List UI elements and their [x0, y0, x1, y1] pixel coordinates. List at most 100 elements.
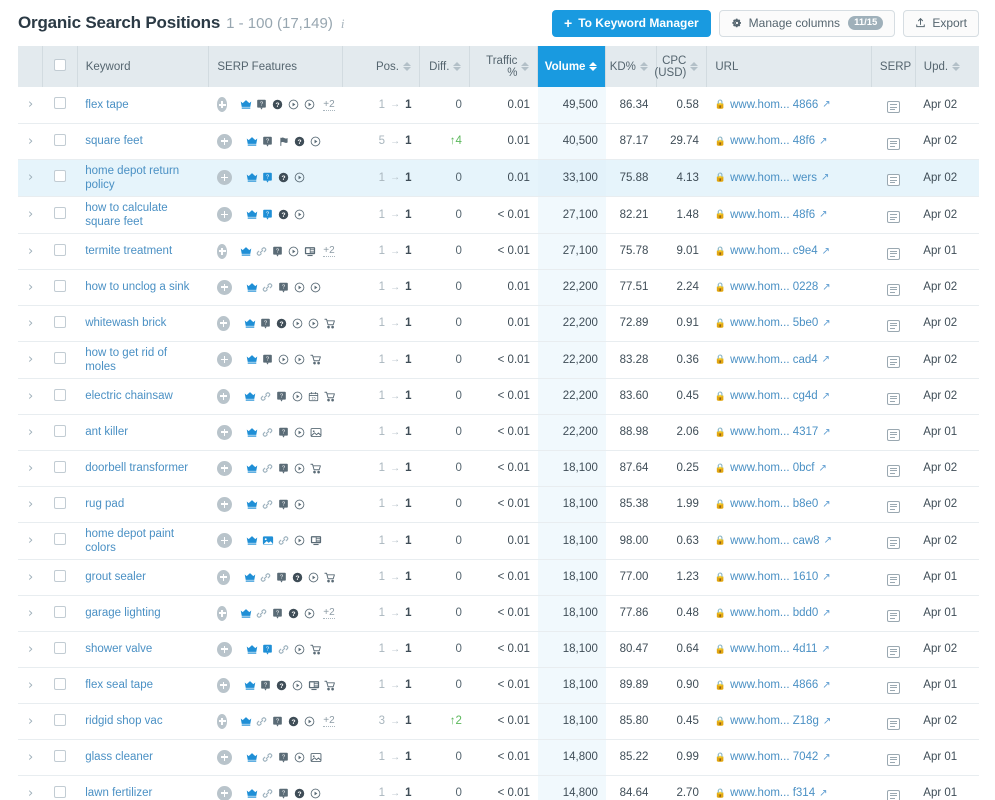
- serp-snapshot-icon[interactable]: [886, 753, 900, 766]
- serp-feature-video-icon[interactable]: [294, 209, 305, 220]
- keyword-link[interactable]: flex seal tape: [85, 678, 193, 692]
- row-checkbox[interactable]: [53, 315, 66, 328]
- serp-feature-link-icon[interactable]: [278, 644, 289, 655]
- keyword-link[interactable]: glass cleaner: [85, 750, 193, 764]
- sort-icon-kd[interactable]: [639, 62, 648, 71]
- external-link-icon[interactable]: ↗: [819, 788, 827, 799]
- chevron-right-icon[interactable]: ›: [26, 642, 33, 657]
- add-keyword-button[interactable]: [216, 352, 232, 367]
- table-row[interactable]: › doorbell transformer ? 1 → 1 0 < 0.01: [18, 450, 979, 486]
- table-row[interactable]: › whitewash brick ?? 1 → 1 0 0.01 22,200…: [18, 305, 979, 341]
- keyword-link[interactable]: shower valve: [85, 642, 193, 656]
- chevron-right-icon[interactable]: ›: [26, 207, 33, 222]
- row-expander-cell[interactable]: ›: [18, 87, 42, 123]
- keyword-link[interactable]: doorbell transformer: [85, 461, 193, 475]
- serp-feature-cart-icon[interactable]: [310, 354, 321, 365]
- add-keyword-button[interactable]: [216, 641, 232, 657]
- add-keyword-button[interactable]: [216, 97, 228, 113]
- external-link-icon[interactable]: ↗: [822, 680, 830, 691]
- row-expander-cell[interactable]: ›: [18, 341, 42, 378]
- keyword-link[interactable]: home depot paint colors: [85, 527, 193, 555]
- serp-feature-cart-icon[interactable]: [324, 391, 335, 402]
- add-keyword-button[interactable]: [216, 460, 232, 476]
- row-checkbox[interactable]: [53, 605, 66, 618]
- serp-snapshot-icon[interactable]: [886, 319, 900, 332]
- serp-feature-video-icon[interactable]: [294, 172, 305, 183]
- url-link[interactable]: www.hom... bdd0: [730, 607, 818, 619]
- row-checkbox[interactable]: [53, 352, 66, 364]
- keyword-link[interactable]: termite treatment: [85, 244, 193, 258]
- serp-feature-crown-icon[interactable]: [246, 282, 258, 293]
- chevron-right-icon[interactable]: ›: [26, 786, 33, 800]
- more-features-badge[interactable]: +2: [323, 245, 335, 257]
- serp-feature-video-icon[interactable]: [294, 644, 305, 655]
- serp-feature-video-icon[interactable]: [294, 354, 305, 365]
- keyword-link[interactable]: ridgid shop vac: [85, 714, 193, 728]
- serp-feature-crown-icon[interactable]: [246, 752, 258, 763]
- external-link-icon[interactable]: ↗: [822, 354, 830, 365]
- col-kd[interactable]: KD%: [605, 46, 657, 87]
- serp-feature-faq-icon[interactable]: ?: [278, 172, 289, 183]
- serp-feature-local-pack-icon[interactable]: ?: [260, 318, 271, 329]
- add-keyword-button[interactable]: [216, 569, 231, 585]
- serp-feature-local-pack-icon[interactable]: ?: [260, 680, 271, 691]
- serp-feature-local-pack-icon[interactable]: ?: [278, 788, 289, 799]
- external-link-icon[interactable]: ↗: [821, 644, 829, 655]
- add-keyword-button[interactable]: [216, 749, 232, 765]
- serp-snapshot-icon[interactable]: [886, 717, 900, 730]
- keyword-link[interactable]: lawn fertilizer: [85, 786, 193, 800]
- serp-feature-video-icon[interactable]: [294, 463, 305, 474]
- serp-feature-video-icon[interactable]: [304, 608, 315, 619]
- url-link[interactable]: www.hom... 4866: [730, 679, 818, 691]
- external-link-icon[interactable]: ↗: [822, 608, 830, 619]
- row-checkbox[interactable]: [53, 388, 66, 401]
- serp-feature-local-pack-icon[interactable]: ?: [262, 354, 273, 365]
- row-expander-cell[interactable]: ›: [18, 159, 42, 196]
- add-keyword-button[interactable]: [216, 785, 232, 800]
- url-link[interactable]: www.hom... f314: [730, 787, 815, 799]
- serp-feature-faq-icon[interactable]: ?: [294, 136, 305, 147]
- row-select-cell[interactable]: [42, 667, 77, 703]
- serp-snapshot-icon[interactable]: [886, 681, 900, 694]
- col-diff[interactable]: Diff.: [419, 46, 471, 87]
- serp-feature-video-icon[interactable]: [294, 427, 305, 438]
- url-link[interactable]: www.hom... 4d11: [730, 643, 817, 655]
- row-checkbox[interactable]: [53, 424, 66, 437]
- serp-feature-video-icon[interactable]: [304, 716, 315, 727]
- serp-snapshot-icon[interactable]: [886, 392, 900, 405]
- url-link[interactable]: www.hom... 48f6: [730, 135, 815, 147]
- add-keyword-button[interactable]: [216, 388, 231, 404]
- external-link-icon[interactable]: ↗: [822, 282, 830, 293]
- url-link[interactable]: www.hom... 48f6: [730, 209, 815, 221]
- col-cpc[interactable]: CPC (USD): [654, 46, 708, 87]
- serp-feature-flag-icon[interactable]: [278, 136, 289, 147]
- add-keyword-button[interactable]: [216, 279, 232, 295]
- serp-snapshot-icon[interactable]: [886, 609, 900, 622]
- add-keyword-button[interactable]: [216, 133, 232, 149]
- row-expander-cell[interactable]: ›: [18, 667, 42, 703]
- row-expander-cell[interactable]: ›: [18, 450, 42, 486]
- row-select-cell[interactable]: [42, 341, 77, 378]
- serp-feature-crown-icon[interactable]: [244, 318, 255, 329]
- more-features-badge[interactable]: +2: [323, 607, 335, 619]
- serp-snapshot-icon[interactable]: [886, 174, 900, 186]
- serp-feature-faq-icon[interactable]: ?: [294, 788, 305, 799]
- serp-feature-image-icon[interactable]: [310, 752, 322, 763]
- row-expander-cell[interactable]: ›: [18, 378, 42, 414]
- row-expander-cell[interactable]: ›: [18, 196, 42, 233]
- serp-feature-link-icon[interactable]: [256, 716, 267, 727]
- keyword-link[interactable]: electric chainsaw: [85, 389, 193, 403]
- serp-feature-cart-icon[interactable]: [324, 680, 335, 691]
- row-select-cell[interactable]: [42, 486, 77, 522]
- serp-feature-video-icon[interactable]: [304, 99, 315, 110]
- info-icon[interactable]: i: [341, 16, 345, 32]
- serp-feature-crown-icon[interactable]: [240, 716, 252, 727]
- serp-feature-faq-icon[interactable]: ?: [288, 608, 299, 619]
- chevron-right-icon[interactable]: ›: [26, 750, 33, 765]
- row-select-cell[interactable]: [42, 559, 77, 595]
- row-checkbox[interactable]: [53, 533, 66, 545]
- sort-icon-volume[interactable]: [589, 62, 598, 71]
- row-expander-cell[interactable]: ›: [18, 269, 42, 305]
- serp-feature-crown-icon[interactable]: [246, 427, 258, 438]
- serp-feature-crown-icon[interactable]: [246, 209, 258, 220]
